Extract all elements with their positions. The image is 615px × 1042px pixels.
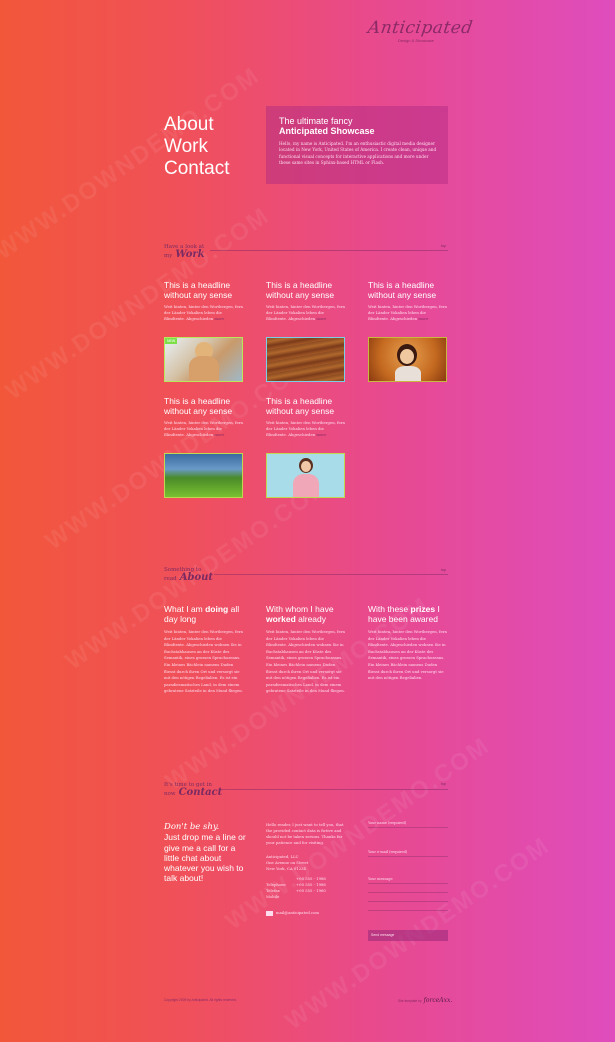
- showcase-box: The ultimate fancy Anticipated Showcase …: [266, 106, 448, 184]
- contact-intro: Hello reader, I just want to tell you, t…: [266, 822, 344, 845]
- work-item-text: Weit hinten, hinter den Wortbergen, fern…: [368, 304, 447, 321]
- work-item-text: Weit hinten, hinter den Wortbergen, fern…: [266, 304, 345, 321]
- more-link[interactable]: more: [316, 316, 326, 321]
- nav-item-contact[interactable]: Contact: [164, 158, 229, 180]
- work-item-text: Weit hinten, hinter den Wortbergen, fern…: [266, 420, 345, 437]
- new-badge: NEW: [165, 338, 178, 344]
- message-field[interactable]: Your message: [368, 877, 448, 911]
- about-heading-big: About: [179, 572, 213, 583]
- contact-phones: +00 555 - 1986 Telephone +00 555 - 1986 T…: [266, 876, 326, 899]
- contact-email-row[interactable]: mail@anticipated.com: [266, 910, 348, 916]
- contact-info: Hello reader, I just want to tell you, t…: [266, 822, 348, 916]
- about-column-text: Weit hinten, hinter den Wortbergen, fern…: [266, 629, 345, 694]
- work-thumbnail-wood[interactable]: [266, 337, 345, 382]
- work-item-title[interactable]: This is a headline without any sense: [164, 396, 254, 416]
- about-column-text: Weit hinten, hinter den Wortbergen, fern…: [368, 629, 447, 681]
- contact-lead: Don't be shy. Just drop me a line or giv…: [164, 822, 249, 884]
- logo-tagline: Design & Showcase: [398, 38, 434, 43]
- more-link[interactable]: more: [214, 316, 224, 321]
- about-section-heading: Something to read About: [164, 567, 213, 583]
- work-item: This is a headline without any sense Wei…: [266, 396, 356, 438]
- work-divider: [210, 250, 448, 251]
- name-field[interactable]: Your name (required): [368, 821, 448, 828]
- nav-item-about[interactable]: About: [164, 114, 229, 136]
- email-field[interactable]: Your e-mail (required): [368, 850, 448, 857]
- work-item: This is a headline without any sense Wei…: [164, 280, 254, 322]
- about-column-title: What I am doing all day long: [164, 604, 240, 624]
- more-link[interactable]: more: [316, 432, 326, 437]
- send-message-button[interactable]: Send message: [368, 930, 448, 941]
- work-thumbnail-woman-icecream[interactable]: [266, 453, 345, 498]
- work-item-title[interactable]: This is a headline without any sense: [164, 280, 254, 300]
- work-thumbnail-woman-orange[interactable]: [368, 337, 447, 382]
- contact-heading-big: Contact: [178, 787, 223, 798]
- footer-credit: Site template by forceAxx.: [398, 997, 453, 1004]
- showcase-title-line1: The ultimate fancy: [279, 116, 353, 126]
- contact-email[interactable]: mail@anticipated.com: [276, 910, 319, 916]
- about-column: With these prizes I have been awared Wei…: [368, 604, 453, 682]
- showcase-body: Hello, my name is Anticipated. I'm an en…: [279, 141, 437, 165]
- about-column-title: With whom I have worked already: [266, 604, 334, 624]
- footer-copyright: Copyright 2009 by Anticipated. All right…: [164, 998, 237, 1002]
- about-heading-small2: read: [164, 576, 177, 582]
- work-item-title[interactable]: This is a headline without any sense: [368, 280, 458, 300]
- contact-divider: [222, 789, 448, 790]
- work-thumbnail-landscape[interactable]: [164, 453, 243, 498]
- more-link[interactable]: more: [214, 432, 224, 437]
- contact-lead-text: Just drop me a line or give me a call fo…: [164, 832, 246, 884]
- work-item: This is a headline without any sense Wei…: [266, 280, 356, 322]
- contact-heading-small2: now: [164, 791, 176, 797]
- work-thumbnail-woman-beach[interactable]: NEW: [164, 337, 243, 382]
- work-item: This is a headline without any sense Wei…: [368, 280, 458, 322]
- about-column: What I am doing all day long Weit hinten…: [164, 604, 249, 695]
- showcase-title-line2: Anticipated Showcase: [279, 126, 375, 136]
- about-column-title: With these prizes I have been awared: [368, 604, 440, 624]
- about-column: With whom I have worked already Weit hin…: [266, 604, 351, 695]
- footer-credit-brand[interactable]: forceAxx.: [424, 997, 453, 1004]
- contact-lead-italic: Don't be shy.: [164, 822, 220, 832]
- contact-address: Anticipated, LLC One Avenue on Street Ne…: [266, 854, 309, 871]
- logo[interactable]: Anticipated: [367, 18, 475, 38]
- about-divider: [214, 574, 448, 575]
- work-item-title[interactable]: This is a headline without any sense: [266, 280, 356, 300]
- envelope-icon: [266, 910, 273, 916]
- work-item: This is a headline without any sense Wei…: [164, 396, 254, 438]
- work-heading-big: Work: [175, 249, 205, 260]
- main-nav: About Work Contact: [164, 114, 229, 180]
- work-item-text: Weit hinten, hinter den Wortbergen, fern…: [164, 420, 243, 437]
- about-column-text: Weit hinten, hinter den Wortbergen, fern…: [164, 629, 243, 694]
- work-top-link[interactable]: top: [441, 244, 446, 248]
- contact-section-heading: It's time to get in now Contact: [164, 782, 222, 798]
- more-link[interactable]: more: [418, 316, 428, 321]
- work-item-text: Weit hinten, hinter den Wortbergen, fern…: [164, 304, 243, 321]
- contact-top-link[interactable]: top: [441, 782, 446, 786]
- work-heading-small2: my: [164, 253, 173, 259]
- work-item-title[interactable]: This is a headline without any sense: [266, 396, 356, 416]
- about-top-link[interactable]: top: [441, 568, 446, 572]
- work-section-heading: Have a look at my Work: [164, 244, 205, 260]
- nav-item-work[interactable]: Work: [164, 136, 229, 158]
